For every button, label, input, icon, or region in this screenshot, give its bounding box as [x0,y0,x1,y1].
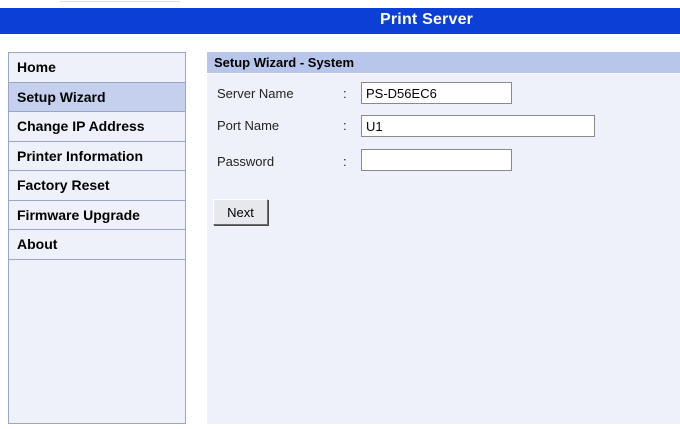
section-title: Setup Wizard - System [214,55,355,70]
server-name-label: Server Name [217,86,294,101]
next-button[interactable]: Next [213,199,268,225]
sidebar-item-printer-information[interactable]: Printer Information [9,141,185,171]
port-name-label: Port Name [217,118,280,133]
sidebar: Home Setup Wizard Change IP Address Prin… [8,52,186,424]
port-name-colon: : [343,118,347,133]
password-input[interactable] [361,149,512,171]
sidebar-item-setup-wizard[interactable]: Setup Wizard [9,82,185,112]
port-name-row: Port Name : [207,112,680,138]
password-row: Password : [207,148,680,174]
server-name-input[interactable] [361,82,512,104]
page: Print Server Home Setup Wizard Change IP… [0,0,680,429]
sidebar-item-about[interactable]: About [9,230,185,260]
port-name-input[interactable] [361,115,595,137]
sidebar-item-firmware-upgrade[interactable]: Firmware Upgrade [9,200,185,230]
top-strip [0,0,680,8]
sidebar-item-factory-reset[interactable]: Factory Reset [9,171,185,201]
password-label: Password [217,154,275,169]
server-name-colon: : [343,86,347,101]
sidebar-item-home[interactable]: Home [9,53,185,83]
password-colon: : [343,154,347,169]
sidebar-item-change-ip-address[interactable]: Change IP Address [9,112,185,142]
main-panel: Setup Wizard - System Server Name : Port… [207,52,680,424]
section-header: Setup Wizard - System [207,52,680,74]
page-title: Print Server [380,11,474,28]
header-bar: Print Server [0,8,680,34]
server-name-row: Server Name : [207,80,680,106]
top-strip-artifact [60,0,180,2]
